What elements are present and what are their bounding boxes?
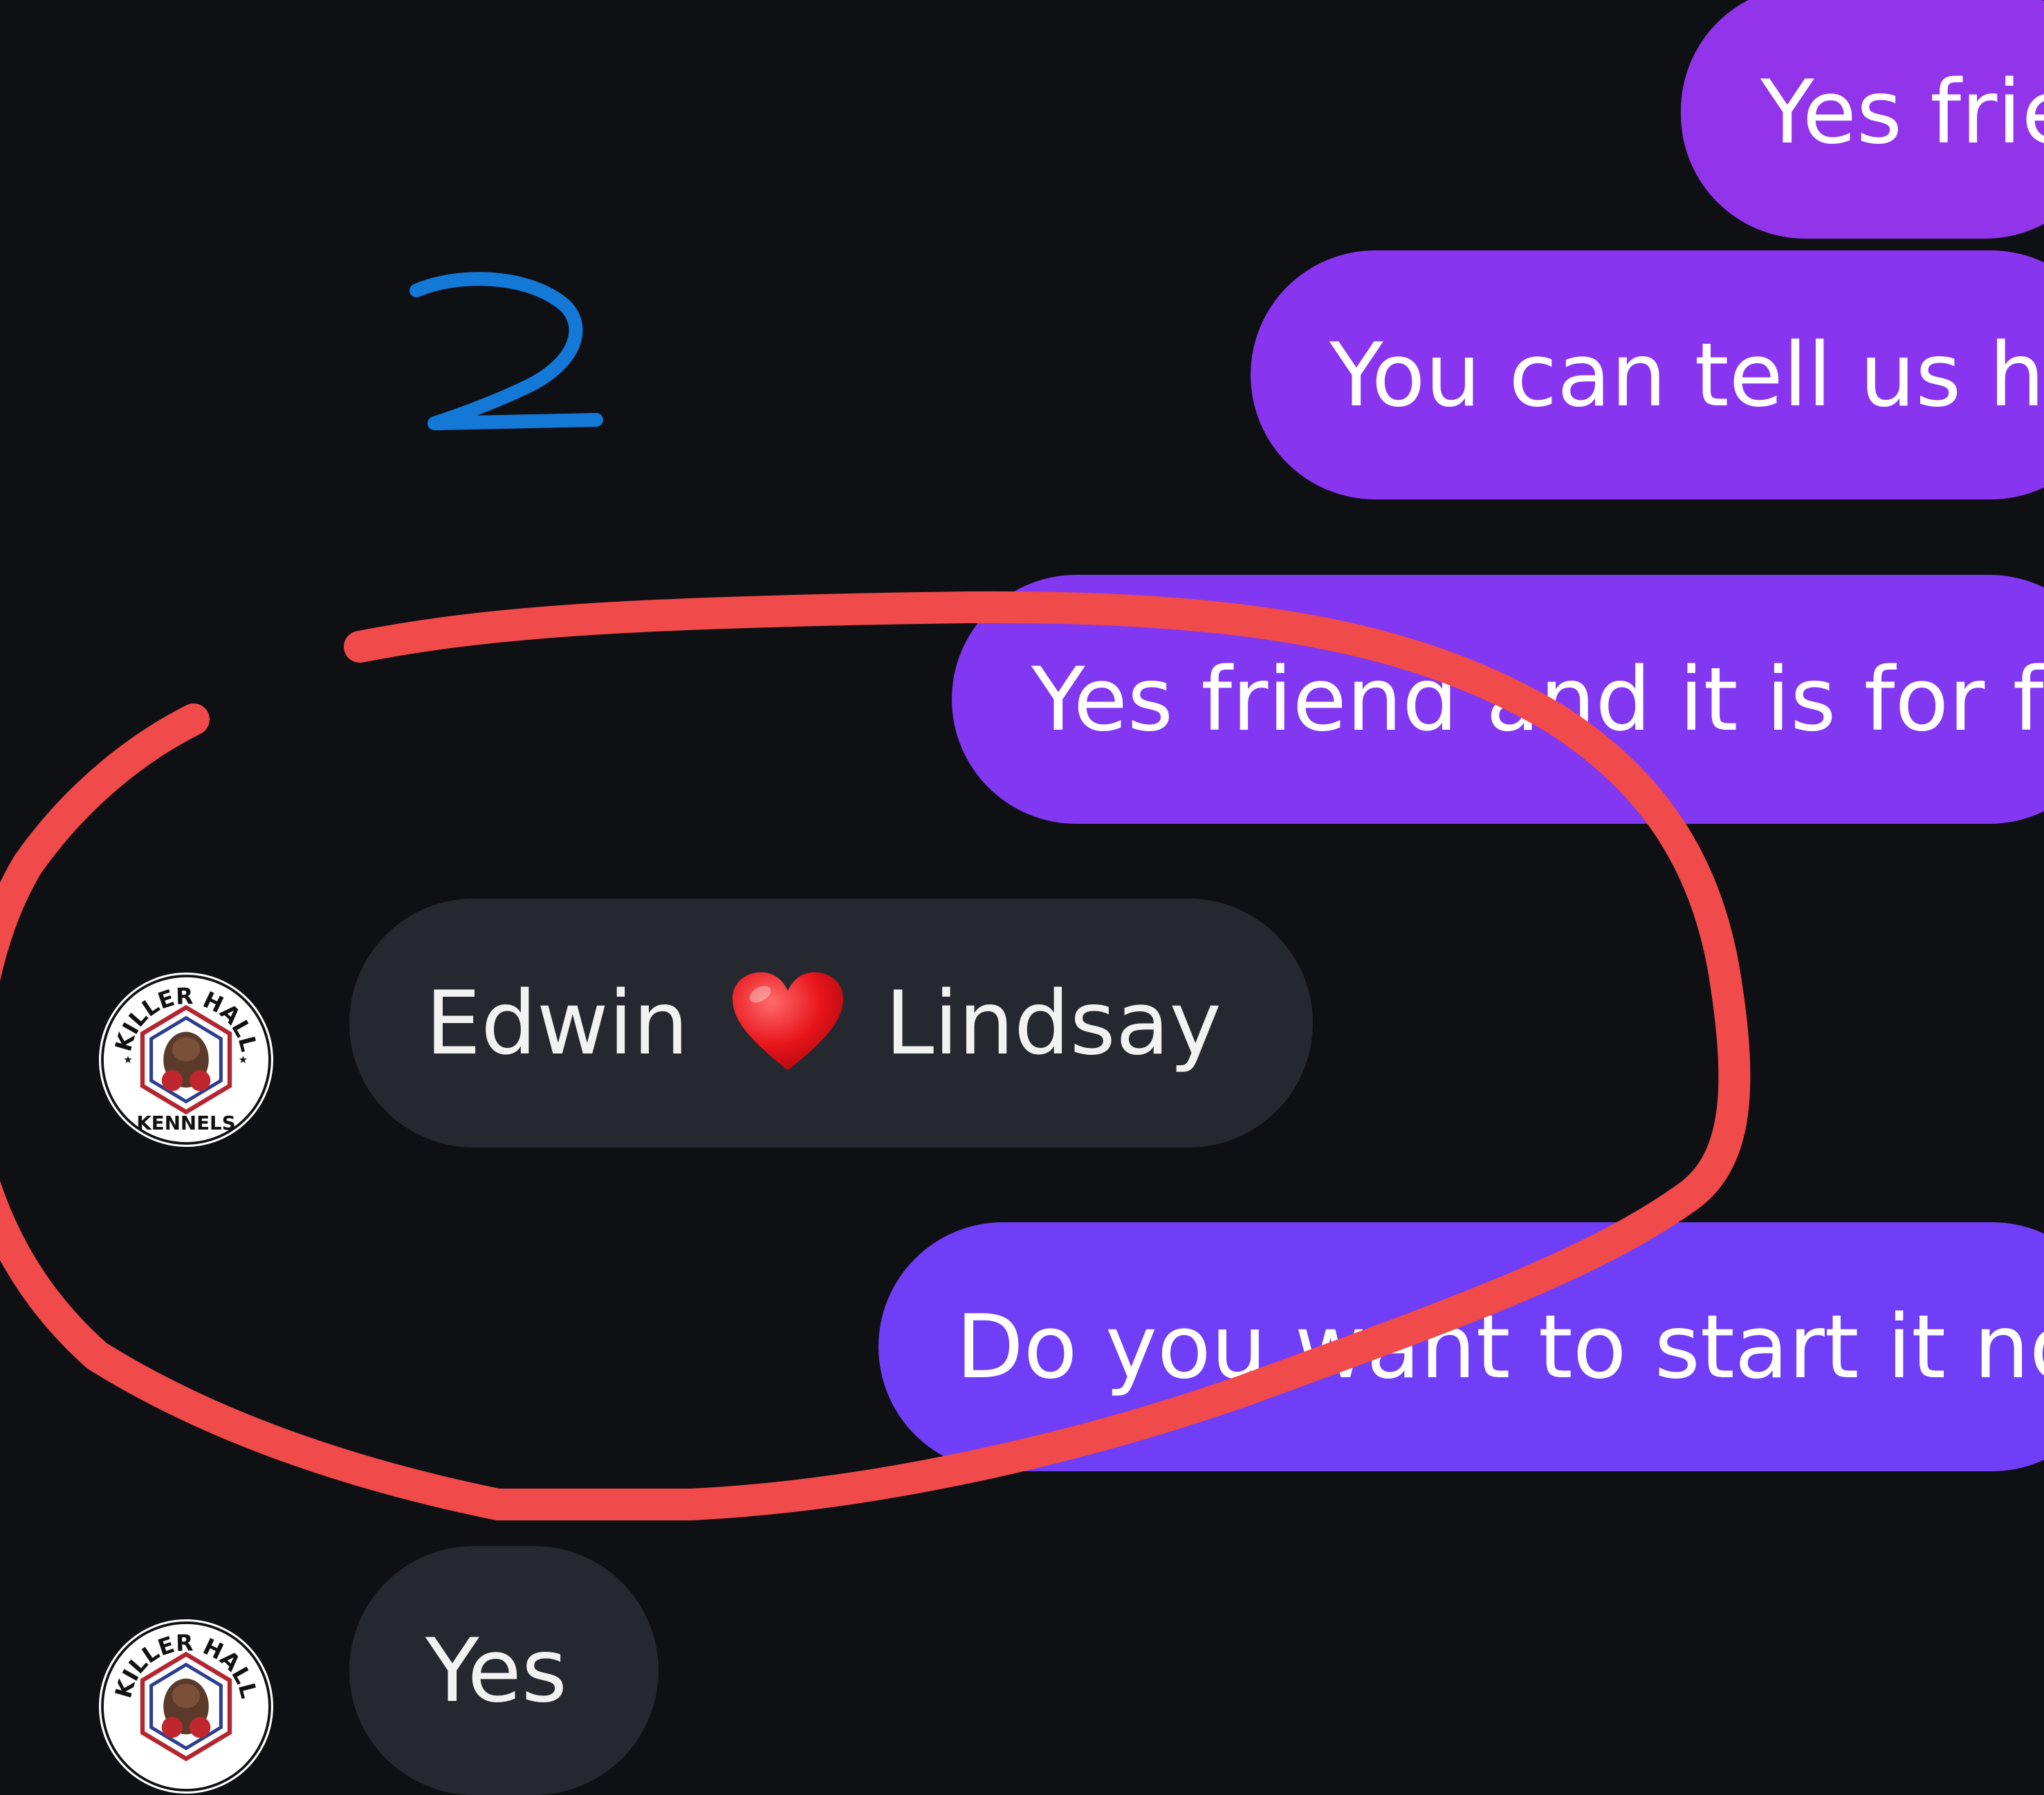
red-heart-emoji-icon xyxy=(729,971,847,1075)
svg-text:KENNELS: KENNELS xyxy=(136,1112,235,1134)
message-text: Yes xyxy=(425,1619,568,1722)
outgoing-message-bubble[interactable]: Do you want to start it no xyxy=(878,1222,2044,1471)
sender-avatar[interactable]: KILLER HALL xyxy=(99,1619,273,1794)
incoming-message-bubble[interactable]: Yes xyxy=(349,1546,659,1795)
incoming-message-bubble[interactable]: Edwin Lindsay xyxy=(349,899,1313,1148)
sender-name-left: Edwin xyxy=(425,971,689,1074)
kennel-logo-icon: KILLER HALL xyxy=(101,1621,271,1792)
sender-name-right: Lindsay xyxy=(885,971,1222,1074)
sender-avatar[interactable]: KILLER HALL ★ ★ KENNELS xyxy=(99,973,273,1147)
message-text: Yes frie xyxy=(1760,61,2044,163)
message-text: Do you want to start it no xyxy=(956,1295,2044,1398)
message-text: You can tell us h xyxy=(1329,323,2044,426)
svg-text:★: ★ xyxy=(239,1053,248,1066)
outgoing-message-bubble[interactable]: You can tell us h xyxy=(1251,250,2044,499)
handwritten-number-stroke xyxy=(409,272,603,430)
outgoing-message-bubble[interactable]: Yes frie xyxy=(1681,0,2044,239)
svg-text:★: ★ xyxy=(123,1053,133,1066)
message-text: Yes friend and it is for f xyxy=(1031,647,2044,751)
outgoing-message-bubble[interactable]: Yes friend and it is for f xyxy=(952,575,2044,824)
kennel-logo-icon: KILLER HALL ★ ★ KENNELS xyxy=(101,975,271,1145)
